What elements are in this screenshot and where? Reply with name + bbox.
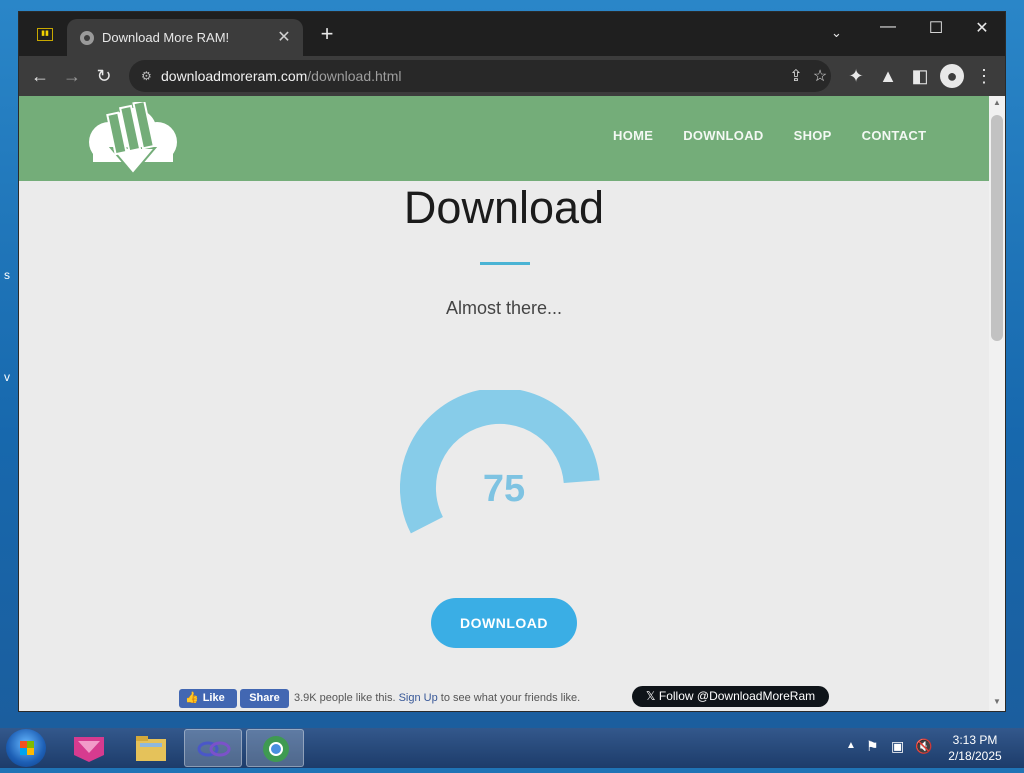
- side-panel-icon[interactable]: ◧: [908, 64, 932, 88]
- labs-flask-icon[interactable]: ▲: [876, 64, 900, 88]
- status-subheading: Almost there...: [445, 298, 563, 318]
- main-nav: HOME DOWNLOAD SHOP CONTACT: [613, 128, 926, 143]
- scrollbar-thumb[interactable]: [991, 115, 1003, 341]
- url-text[interactable]: downloadmoreram.com/download.html: [161, 68, 401, 84]
- taskbar-chrome[interactable]: [246, 729, 304, 767]
- download-button[interactable]: DOWNLOAD: [431, 598, 577, 648]
- url-path: /download.html: [307, 68, 402, 84]
- infinity-app-icon: [197, 741, 231, 757]
- forward-arrow-icon[interactable]: →: [60, 64, 84, 88]
- start-button[interactable]: [6, 729, 46, 767]
- site-header: HOME DOWNLOAD SHOP CONTACT: [19, 96, 989, 181]
- maximize-icon[interactable]: ☐: [921, 18, 951, 38]
- desktop-fragment: s: [4, 268, 10, 282]
- nav-home[interactable]: HOME: [613, 128, 653, 143]
- desktop-fragment: v: [4, 370, 10, 384]
- nav-download[interactable]: DOWNLOAD: [683, 128, 763, 143]
- browser-window: ▮▮ Download More RAM! ✕ + ⌄ — ☐ ✕ ← → ↻ …: [18, 11, 1006, 712]
- scroll-up-arrow-icon[interactable]: ▲: [993, 98, 1001, 107]
- browser-toolbar: ← → ↻ ⚙ downloadmoreram.com/download.htm…: [19, 56, 1005, 96]
- browser-tab[interactable]: Download More RAM! ✕: [67, 19, 303, 56]
- taskbar-file-explorer[interactable]: [122, 729, 180, 767]
- facebook-like-count: 3.9K people like this. Sign Up to see wh…: [294, 692, 580, 704]
- like-label: Like: [202, 692, 225, 704]
- x-follow-label: Follow @DownloadMoreRam: [658, 689, 816, 703]
- app-badge-icon: ▮▮: [37, 28, 53, 41]
- reload-icon[interactable]: ↻: [92, 64, 116, 88]
- address-bar[interactable]: ⚙ downloadmoreram.com/download.html ⇪ ☆: [129, 60, 831, 92]
- close-tab-icon[interactable]: ✕: [275, 27, 293, 47]
- x-follow-button[interactable]: 𝕏 Follow @DownloadMoreRam: [632, 686, 829, 707]
- facebook-like-button[interactable]: 👍 Like: [179, 689, 237, 708]
- taskbar-app-pink[interactable]: [60, 729, 118, 767]
- chrome-browser-icon: [263, 736, 289, 762]
- profile-avatar-icon[interactable]: ●: [940, 64, 964, 88]
- like-suffix-text: to see what your friends like.: [440, 692, 581, 704]
- back-arrow-icon[interactable]: ←: [28, 64, 52, 88]
- url-domain: downloadmoreram.com: [161, 68, 308, 84]
- like-count-text: 3.9K people like this.: [294, 692, 396, 704]
- clock-date: 2/18/2025: [948, 749, 1002, 763]
- menu-kebab-icon[interactable]: ⋮: [972, 64, 996, 88]
- nav-contact[interactable]: CONTACT: [862, 128, 927, 143]
- volume-muted-icon[interactable]: 🔇: [915, 738, 932, 755]
- network-icon[interactable]: ▣: [891, 738, 904, 755]
- social-bar: 👍 Like Share 3.9K people like this. Sign …: [19, 686, 989, 710]
- title-divider: [480, 262, 530, 265]
- download-ram-logo-icon[interactable]: [87, 102, 179, 178]
- clock-time: 3:13 PM: [952, 733, 998, 747]
- pink-app-icon: [74, 737, 104, 762]
- system-clock[interactable]: 3:13 PM 2/18/2025: [940, 732, 1010, 764]
- taskbar: ▲ ⚑ ▣ 🔇 3:13 PM 2/18/2025: [0, 728, 1024, 768]
- page-title: Download: [403, 182, 605, 233]
- bookmark-star-icon[interactable]: ☆: [809, 66, 831, 86]
- tab-search-chevron-icon[interactable]: ⌄: [831, 25, 842, 41]
- nav-shop[interactable]: SHOP: [794, 128, 832, 143]
- signup-link[interactable]: Sign Up: [399, 692, 438, 704]
- folder-icon: [136, 736, 166, 761]
- web-page: HOME DOWNLOAD SHOP CONTACT Download Almo…: [19, 96, 989, 711]
- new-tab-icon[interactable]: +: [315, 21, 339, 47]
- x-logo-icon: 𝕏: [645, 689, 659, 703]
- minimize-icon[interactable]: —: [873, 18, 903, 36]
- share-page-icon[interactable]: ⇪: [785, 66, 807, 86]
- page-scrollbar[interactable]: ▲ ▼: [989, 96, 1005, 711]
- title-bar: ▮▮ Download More RAM! ✕ + ⌄ — ☐ ✕: [19, 12, 1005, 56]
- thumbs-up-icon: 👍: [185, 692, 199, 704]
- taskbar-app-infinity[interactable]: [184, 729, 242, 767]
- tray-expand-icon[interactable]: ▲: [846, 740, 856, 751]
- globe-favicon-icon: [80, 31, 94, 45]
- progress-value: 75: [482, 468, 526, 510]
- tab-title: Download More RAM!: [102, 30, 230, 45]
- close-window-icon[interactable]: ✕: [967, 18, 997, 38]
- extensions-puzzle-icon[interactable]: ✦: [844, 64, 868, 88]
- action-center-flag-icon[interactable]: ⚑: [866, 738, 879, 755]
- site-info-icon[interactable]: ⚙: [141, 69, 152, 83]
- windows-logo-lower: [20, 748, 34, 755]
- scroll-down-arrow-icon[interactable]: ▼: [993, 697, 1001, 706]
- facebook-share-button[interactable]: Share: [240, 689, 289, 708]
